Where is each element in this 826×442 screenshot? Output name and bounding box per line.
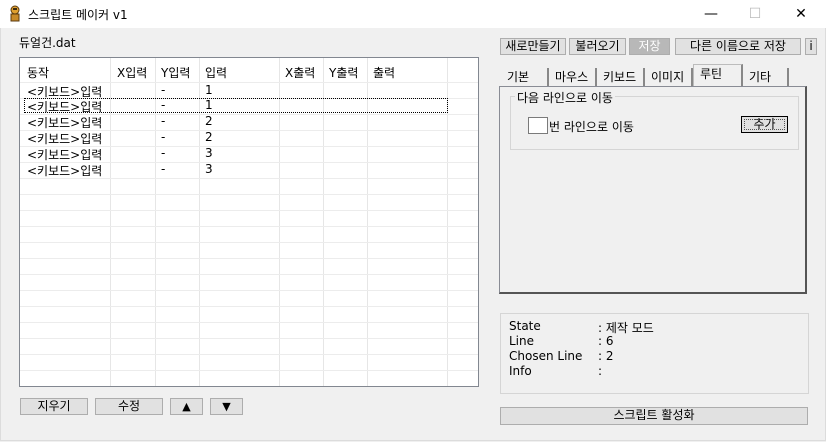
row-action: <키보드>입력 [27,116,103,130]
group-title: 다음 라인으로 이동 [515,89,615,106]
row-input: 1 [205,83,213,97]
edit-button[interactable]: 수정 [95,398,163,415]
delete-button[interactable]: 지우기 [20,398,88,415]
row-y-input: - [161,130,166,144]
row-action: <키보드>입력 [27,100,103,114]
row-input: 3 [205,146,213,160]
row-action: <키보드>입력 [27,132,103,146]
info-label: Info [509,364,532,378]
column-header-y-input[interactable]: Y입력 [161,64,190,81]
minimize-button[interactable]: — [688,0,734,28]
window-title: 스크립트 메이커 v1 [28,8,128,22]
new-button[interactable]: 새로만들기 [500,38,566,55]
tab-basic[interactable]: 기본 [501,68,549,86]
row-y-input: - [161,114,166,128]
line-suffix-label: 번 라인으로 이동 [549,120,634,134]
row-input: 1 [205,98,213,112]
column-header-x-input[interactable]: X입력 [117,64,147,81]
column-header-input[interactable]: 입력 [205,64,227,81]
tab-routine[interactable]: 루틴 [693,64,743,86]
info-button[interactable]: i [805,38,817,55]
line-value: : 6 [598,334,614,348]
tab-mouse[interactable]: 마우스 [549,68,597,86]
move-up-button[interactable]: ▲ [170,398,203,415]
column-header-output[interactable]: 출력 [373,64,395,81]
tab-keyboard[interactable]: 키보드 [597,68,645,86]
chosen-line-label: Chosen Line [509,349,583,363]
column-header-action[interactable]: 동작 [27,64,49,81]
move-down-button[interactable]: ▼ [210,398,243,415]
row-input: 2 [205,130,213,144]
maximize-button[interactable]: ☐ [732,0,778,28]
save-button[interactable]: 저장 [629,38,670,55]
load-button[interactable]: 불러오기 [569,38,626,55]
row-y-input: - [161,98,166,112]
tab-other[interactable]: 기타 [743,68,789,86]
row-action: <키보드>입력 [27,164,103,178]
row-y-input: - [161,146,166,160]
state-label: State [509,319,541,333]
column-header-x-output[interactable]: X출력 [285,64,315,81]
column-header-y-output[interactable]: Y출력 [329,64,358,81]
close-button[interactable]: ✕ [778,0,824,28]
title-bar: 스크립트 메이커 v1 — ☐ ✕ [0,0,826,28]
row-input: 2 [205,114,213,128]
line-number-input[interactable] [528,117,548,134]
tab-image[interactable]: 이미지 [645,68,693,86]
row-input: 3 [205,162,213,176]
row-y-input: - [161,162,166,176]
chosen-line-value: : 2 [598,349,614,363]
script-list[interactable]: 동작 X입력 Y입력 입력 X출력 Y출력 출력 <키보드>입력 - 1 <키보… [19,57,479,387]
activate-script-button[interactable]: 스크립트 활성화 [500,407,808,425]
add-button[interactable]: 추가 [741,116,788,133]
line-label: Line [509,334,535,348]
app-icon [10,5,20,22]
info-value: : [598,364,603,378]
file-name-label: 듀얼건.dat [19,36,76,50]
save-as-button[interactable]: 다른 이름으로 저장 [675,38,801,55]
row-y-input: - [161,83,166,97]
row-action: <키보드>입력 [27,148,103,162]
